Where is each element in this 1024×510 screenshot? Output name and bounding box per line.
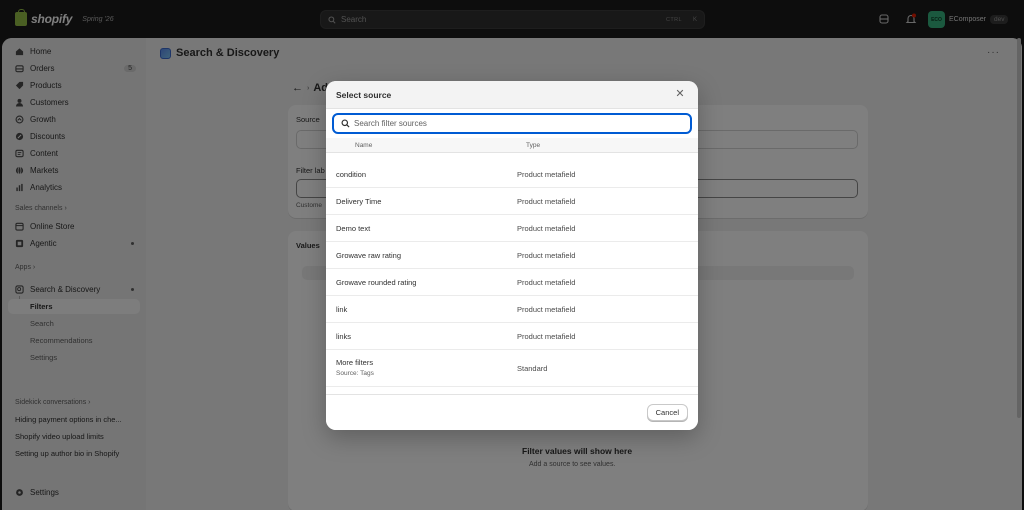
search-icon [341,119,350,128]
modal-footer: Cancel [326,394,698,430]
source-name: Growave raw rating [336,251,402,260]
source-name: Demo text [336,224,371,233]
source-row[interactable]: links Product metafield [326,323,698,350]
source-row[interactable]: condition Product metafield [326,161,698,188]
source-name: More filters [336,358,374,367]
close-icon[interactable]: ✕ [674,88,686,100]
source-row[interactable]: link Product metafield [326,296,698,323]
column-header-name: Name [355,142,373,149]
source-name: Growave rounded rating [336,278,417,287]
source-row[interactable]: Growave rounded rating Product metafield [326,269,698,296]
source-row[interactable]: More filters Source: Tags Standard [326,350,698,387]
source-type: Product metafield [517,224,576,233]
source-row[interactable]: Growave raw rating Product metafield [326,242,698,269]
source-name: condition [336,170,367,179]
source-type: Product metafield [517,305,576,314]
source-type: Product metafield [517,170,576,179]
source-name: link [336,305,348,314]
source-type: Product metafield [517,251,576,260]
source-type: Product metafield [517,332,576,341]
filter-source-search[interactable] [332,113,692,134]
column-header-type: Type [526,142,541,149]
source-subtitle: Source: Tags [336,370,374,377]
source-type: Standard [517,364,548,373]
source-list: condition Product metafield Delivery Tim… [326,161,698,387]
source-name: Delivery Time [336,197,382,206]
modal-title: Select source [336,90,392,100]
source-type: Product metafield [517,197,576,206]
select-source-modal: Select source ✕ Name Type condition Prod… [326,81,698,430]
modal-header: Select source ✕ [326,81,698,109]
table-header: Name Type [326,138,698,153]
filter-source-search-input[interactable] [354,119,674,128]
source-row[interactable]: Delivery Time Product metafield [326,188,698,215]
source-name: links [336,332,352,341]
source-type: Product metafield [517,278,576,287]
source-row[interactable]: Demo text Product metafield [326,215,698,242]
cancel-button[interactable]: Cancel [646,404,688,421]
